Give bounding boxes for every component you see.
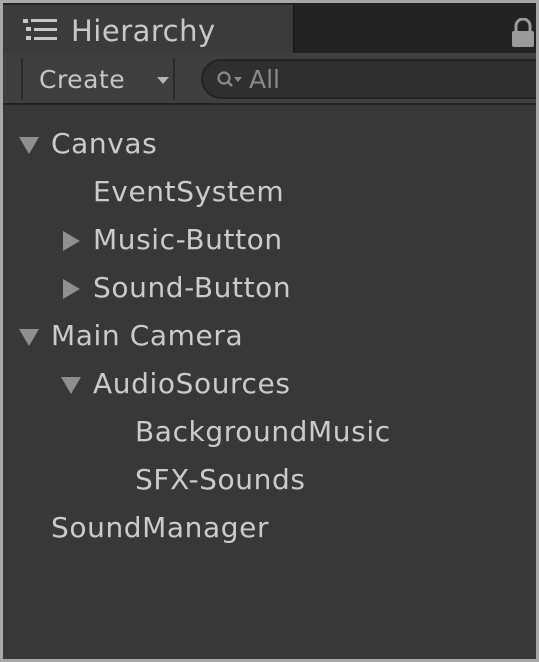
tree-item[interactable]: BackgroundMusic [3,409,536,455]
lock-icon[interactable] [511,18,535,48]
tree-item[interactable]: AudioSources [3,361,536,407]
tree-item-label: Sound-Button [93,271,292,304]
tree-item[interactable]: SoundManager [3,505,536,551]
tree-item[interactable]: EventSystem [3,169,536,215]
expand-arrow-down-icon[interactable] [19,327,39,347]
dropdown-arrow-icon [157,77,169,84]
expand-arrow-right-icon[interactable] [61,231,81,251]
tree-item-label: AudioSources [93,367,291,400]
create-label: Create [39,65,126,94]
tree-item[interactable]: Music-Button [3,217,536,263]
tab-strip: Hierarchy [3,3,536,53]
tree-item-label: BackgroundMusic [135,415,391,448]
search-field[interactable] [201,59,536,99]
hierarchy-list-icon [23,19,57,40]
tab-hierarchy[interactable]: Hierarchy [3,5,295,53]
tree-item-label: Music-Button [93,223,283,256]
tree-item-label: SoundManager [51,511,270,544]
tree-item[interactable]: Canvas [3,121,536,167]
create-dropdown-button[interactable]: Create [21,58,175,100]
tree-item[interactable]: SFX-Sounds [3,457,536,503]
tree-item-label: Main Camera [51,319,244,352]
hierarchy-toolbar: Create [3,53,536,105]
search-icon [217,71,242,87]
search-input[interactable] [249,64,529,94]
hierarchy-tree: Canvas EventSystem Music-Button Sound-Butto… [3,107,536,659]
tree-item[interactable]: Sound-Button [3,265,536,311]
hierarchy-window: Hierarchy Create Canvas EventSystem Music-… [0,0,539,662]
tree-item-label: SFX-Sounds [135,463,306,496]
tree-item-label: Canvas [51,127,158,160]
tree-item[interactable]: Main Camera [3,313,536,359]
tree-item-label: EventSystem [93,175,285,208]
expand-arrow-down-icon[interactable] [61,375,81,395]
tab-title: Hierarchy [71,14,216,48]
expand-arrow-right-icon[interactable] [61,279,81,299]
expand-arrow-down-icon[interactable] [19,135,39,155]
